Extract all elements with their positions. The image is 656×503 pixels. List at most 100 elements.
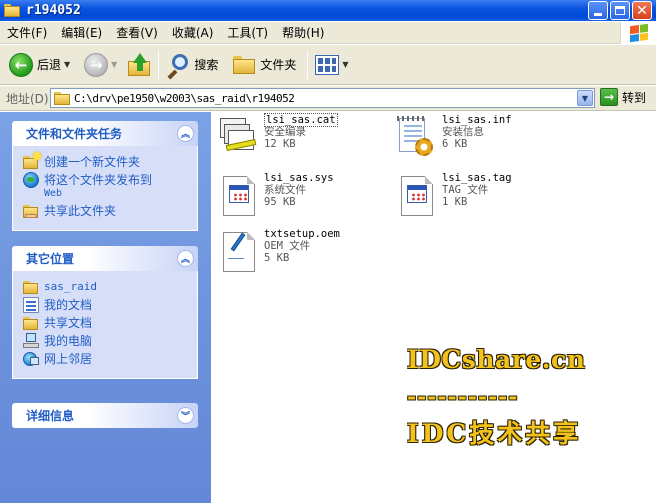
menu-help[interactable]: 帮助(H) bbox=[275, 24, 331, 41]
task-share-folder[interactable]: 共享此文件夹 bbox=[23, 204, 189, 219]
places-panel-title: 其它位置 bbox=[26, 252, 75, 266]
watermark-line3: IDC技术共享 bbox=[407, 419, 582, 448]
file-size: 12 KB bbox=[264, 138, 296, 150]
tasks-panel-header[interactable]: 文件和文件夹任务 ︽ bbox=[12, 121, 198, 146]
maximize-button[interactable] bbox=[610, 1, 630, 20]
views-button[interactable]: ▼ bbox=[312, 48, 351, 82]
file-item[interactable]: txtsetup.oem OEM 文件 5 KB bbox=[216, 228, 340, 276]
tasks-panel: 文件和文件夹任务 ︽ 创建一个新文件夹 将这个文件夹发布到 Web 共享此文件夹 bbox=[12, 121, 198, 231]
windows-logo-icon bbox=[620, 22, 656, 44]
folder-icon bbox=[4, 4, 20, 17]
views-dropdown-icon[interactable]: ▼ bbox=[342, 60, 348, 69]
menu-bar: 文件(F) 编辑(E) 查看(V) 收藏(A) 工具(T) 帮助(H) bbox=[0, 22, 656, 44]
places-panel: 其它位置 ︽ sas_raid 我的文档 共享文档 我的电脑 网上邻居 bbox=[12, 246, 198, 379]
file-size: 95 KB bbox=[264, 196, 296, 208]
task-publish-web-sub: Web bbox=[44, 188, 63, 199]
place-my-computer-label: 我的电脑 bbox=[44, 334, 93, 348]
menu-tools[interactable]: 工具(T) bbox=[220, 24, 275, 41]
folders-icon bbox=[232, 55, 256, 75]
file-name: lsi_sas.inf bbox=[442, 114, 512, 126]
place-my-documents-label: 我的文档 bbox=[44, 298, 93, 312]
close-button[interactable]: ✕ bbox=[632, 1, 652, 20]
go-label: 转到 bbox=[622, 90, 647, 105]
views-icon bbox=[315, 54, 340, 75]
place-network-label: 网上邻居 bbox=[44, 352, 93, 366]
search-icon bbox=[166, 53, 190, 79]
search-button[interactable]: 搜索 bbox=[163, 48, 221, 82]
details-panel-title: 详细信息 bbox=[26, 409, 75, 423]
catalog-file-icon bbox=[216, 114, 260, 162]
back-arrow-icon: ← bbox=[9, 52, 33, 77]
watermark-line2: ----------- bbox=[407, 384, 519, 410]
task-publish-web[interactable]: 将这个文件夹发布到 Web bbox=[23, 172, 189, 201]
file-item[interactable]: lsi_sas.inf 安装信息 6 KB bbox=[394, 114, 512, 162]
file-type: OEM 文件 bbox=[264, 240, 311, 252]
shared-folder-icon bbox=[23, 315, 39, 331]
toolbar-separator bbox=[158, 50, 160, 79]
file-item[interactable]: lsi_sas.tag TAG 文件 1 KB bbox=[394, 172, 512, 220]
search-label: 搜索 bbox=[194, 58, 219, 72]
file-size: 6 KB bbox=[442, 138, 468, 150]
system-file-icon bbox=[216, 172, 260, 220]
generic-file-icon bbox=[394, 172, 438, 220]
place-sas-raid[interactable]: sas_raid bbox=[23, 280, 189, 295]
file-type: TAG 文件 bbox=[442, 184, 489, 196]
file-type: 安全编录 bbox=[264, 126, 306, 138]
place-shared-documents[interactable]: 共享文档 bbox=[23, 316, 189, 331]
folders-label: 文件夹 bbox=[260, 58, 297, 72]
address-path: C:\drv\pe1950\w2003\sas_raid\r194052 bbox=[74, 91, 295, 105]
file-name: lsi_sas.cat bbox=[264, 113, 338, 127]
computer-icon bbox=[23, 333, 39, 349]
place-sas-raid-label: sas_raid bbox=[44, 280, 97, 293]
place-my-computer[interactable]: 我的电脑 bbox=[23, 333, 189, 349]
setup-info-icon bbox=[394, 114, 438, 162]
forward-arrow-icon: → bbox=[84, 52, 109, 77]
new-folder-icon bbox=[23, 152, 41, 170]
up-button[interactable] bbox=[124, 48, 154, 82]
file-item[interactable]: lsi_sas.cat 安全编录 12 KB bbox=[216, 113, 338, 162]
network-icon bbox=[23, 351, 39, 367]
folder-up-icon bbox=[127, 52, 151, 77]
address-input[interactable]: C:\drv\pe1950\w2003\sas_raid\r194052 ▼ bbox=[50, 88, 595, 108]
folder-icon bbox=[54, 91, 70, 105]
minimize-button[interactable] bbox=[588, 1, 608, 20]
collapse-icon[interactable]: ︽ bbox=[177, 250, 194, 267]
title-bar[interactable]: r194052 ✕ bbox=[0, 0, 656, 21]
folder-icon bbox=[23, 279, 39, 295]
file-size: 5 KB bbox=[264, 252, 290, 264]
menu-favorites[interactable]: 收藏(A) bbox=[165, 24, 221, 41]
task-publish-web-label: 将这个文件夹发布到 bbox=[44, 173, 153, 187]
details-panel: 详细信息 ︾ bbox=[12, 403, 198, 428]
go-arrow-icon: → bbox=[600, 88, 618, 106]
place-my-documents[interactable]: 我的文档 bbox=[23, 297, 189, 313]
task-pane: 文件和文件夹任务 ︽ 创建一个新文件夹 将这个文件夹发布到 Web 共享此文件夹 bbox=[0, 112, 211, 503]
text-file-icon bbox=[216, 228, 260, 276]
back-dropdown-icon[interactable]: ▼ bbox=[64, 60, 70, 69]
expand-icon[interactable]: ︾ bbox=[177, 407, 194, 424]
watermark: IDCshare.cn ----------- IDC技术共享 bbox=[407, 345, 585, 450]
menu-file[interactable]: 文件(F) bbox=[0, 24, 54, 41]
go-button[interactable]: → 转到 bbox=[600, 88, 646, 106]
file-item[interactable]: lsi_sas.sys 系统文件 95 KB bbox=[216, 172, 334, 220]
task-new-folder-label: 创建一个新文件夹 bbox=[44, 155, 141, 169]
menu-edit[interactable]: 编辑(E) bbox=[54, 24, 109, 41]
place-network[interactable]: 网上邻居 bbox=[23, 352, 189, 367]
file-name: lsi_sas.sys bbox=[264, 172, 334, 184]
folders-button[interactable]: 文件夹 bbox=[229, 48, 299, 82]
forward-dropdown-icon[interactable]: ▼ bbox=[111, 60, 117, 69]
toolbar: ← 后退 ▼ → ▼ 搜索 文件夹 ▼ bbox=[0, 45, 656, 85]
forward-button[interactable]: → ▼ bbox=[81, 48, 120, 82]
file-name: lsi_sas.tag bbox=[442, 172, 512, 184]
address-label: 地址(D) bbox=[6, 91, 49, 106]
watermark-line1: IDCshare.cn bbox=[407, 345, 586, 374]
address-dropdown-icon[interactable]: ▼ bbox=[577, 90, 593, 106]
task-new-folder[interactable]: 创建一个新文件夹 bbox=[23, 152, 189, 170]
menu-view[interactable]: 查看(V) bbox=[109, 24, 165, 41]
details-panel-header[interactable]: 详细信息 ︾ bbox=[12, 403, 198, 428]
share-folder-icon bbox=[23, 203, 39, 219]
window-title: r194052 bbox=[26, 3, 81, 18]
back-button[interactable]: ← 后退 ▼ bbox=[6, 48, 73, 82]
tasks-panel-title: 文件和文件夹任务 bbox=[26, 127, 123, 141]
places-panel-header[interactable]: 其它位置 ︽ bbox=[12, 246, 198, 271]
collapse-icon[interactable]: ︽ bbox=[177, 125, 194, 142]
